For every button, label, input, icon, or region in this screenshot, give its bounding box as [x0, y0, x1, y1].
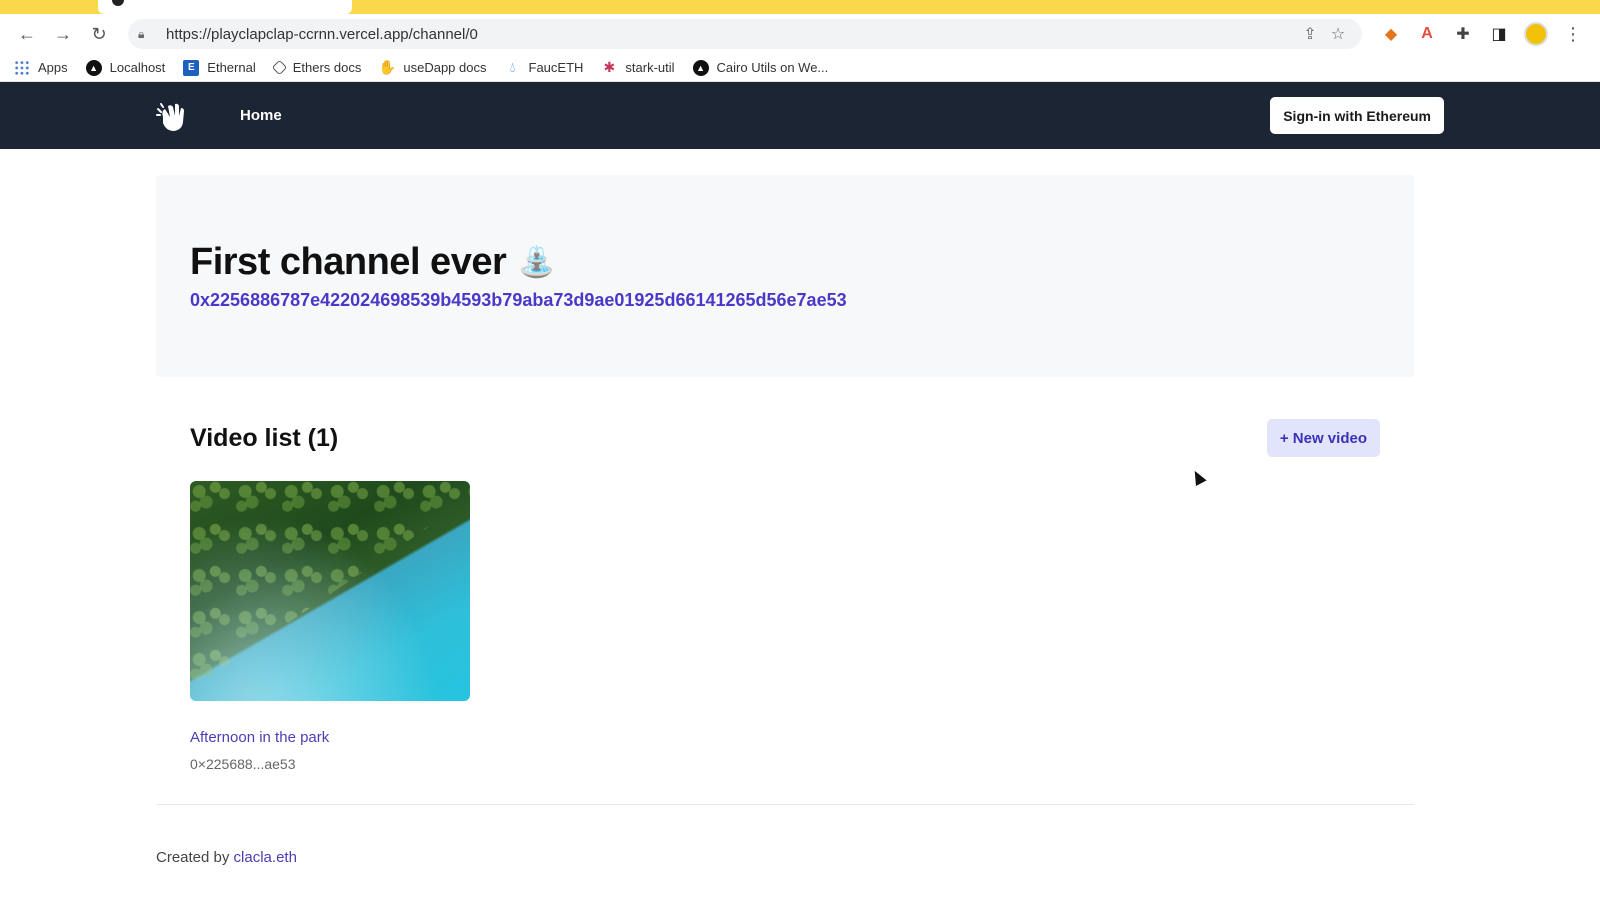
bookmark-label: useDapp docs [403, 60, 487, 75]
bookmark-label: Ethernal [207, 60, 256, 75]
mouse-cursor-icon [1189, 468, 1207, 486]
bookmark-ethers-docs[interactable]: Ethers docs [271, 59, 362, 76]
footer-prefix: Created by [156, 849, 234, 866]
channel-title-text: First channel ever [190, 241, 507, 283]
argent-extension-icon[interactable]: A [1412, 19, 1442, 49]
share-icon[interactable]: ⇪ [1296, 24, 1324, 44]
ethernal-logo-icon: E [183, 59, 200, 76]
address-bar[interactable]: 🔒︎ https://playclapclap-ccrnn.vercel.app… [128, 19, 1362, 49]
bookmark-cairo-utils[interactable]: ▲ Cairo Utils on We... [692, 59, 829, 76]
bookmark-localhost[interactable]: ▲ Localhost [85, 59, 166, 76]
metamask-fox-icon[interactable]: ◆ [1376, 19, 1406, 49]
reload-icon[interactable]: ↻ [84, 19, 114, 49]
triangle-logo-icon: ▲ [85, 59, 102, 76]
triangle-logo-icon: ▲ [692, 59, 709, 76]
channel-title: First channel ever ⛲ [190, 241, 1382, 284]
side-panel-icon[interactable]: ◨ [1484, 19, 1514, 49]
footer-divider [156, 804, 1414, 805]
browser-tabstrip: × [0, 0, 1600, 14]
extensions-puzzle-icon[interactable]: ✚ [1448, 19, 1478, 49]
bookmark-label: Ethers docs [292, 60, 362, 75]
browser-toolbar: ← → ↻ 🔒︎ https://playclapclap-ccrnn.verc… [0, 14, 1600, 54]
kebab-menu-icon[interactable]: ⋮ [1558, 19, 1588, 49]
bookmark-label: FaucETH [528, 60, 584, 75]
bookmark-stark-util[interactable]: ✱ stark-util [601, 59, 675, 76]
bookmark-usedapp-docs[interactable]: ✋ useDapp docs [378, 59, 487, 76]
lock-icon: 🔒︎ [138, 26, 145, 41]
page-footer: Created by clacla.eth [156, 849, 1600, 866]
video-thumbnail[interactable] [190, 481, 470, 701]
bookmark-apps[interactable]: Apps [14, 59, 68, 76]
fountain-emoji-icon: ⛲ [518, 246, 556, 279]
bookmark-star-icon[interactable]: ☆ [1324, 24, 1352, 44]
forward-arrow-icon[interactable]: → [48, 19, 78, 49]
new-video-button[interactable]: + New video [1266, 419, 1380, 457]
video-owner-address: 0×225688...ae53 [190, 756, 296, 772]
tab-favicon-icon [112, 0, 124, 6]
video-title[interactable]: Afternoon in the park [190, 729, 470, 746]
bookmark-ethernal[interactable]: E Ethernal [183, 59, 256, 76]
sign-in-with-ethereum-button[interactable]: Sign-in with Ethereum [1270, 97, 1444, 134]
browser-tab-active[interactable]: × [98, 0, 352, 14]
nav-home-link[interactable]: Home [240, 107, 282, 124]
address-bar-url[interactable]: https://playclapclap-ccrnn.vercel.app/ch… [166, 26, 1296, 43]
video-card[interactable]: Afternoon in the park 0×225688...ae53 [190, 481, 470, 772]
bookmark-label: Apps [38, 60, 68, 75]
bookmarks-bar: Apps ▲ Localhost E Ethernal Ethers docs … [0, 54, 1600, 82]
app-header: Home Sign-in with Ethereum [0, 82, 1600, 149]
bookmark-label: Localhost [109, 60, 166, 75]
channel-hero: First channel ever ⛲ 0x2256886787e422024… [156, 175, 1414, 377]
gear-flower-icon: ✱ [603, 59, 616, 75]
video-list-header: Video list (1) + New video [190, 419, 1380, 457]
back-arrow-icon[interactable]: ← [12, 19, 42, 49]
bookmark-faucet[interactable]: 💧︎ FaucETH [505, 59, 584, 76]
bookmark-label: stark-util [625, 60, 675, 75]
video-list-title: Video list (1) [190, 423, 339, 452]
bookmark-label: Cairo Utils on We... [716, 60, 829, 75]
handshake-icon: ✋ [378, 59, 397, 75]
water-drop-icon: 💧︎ [509, 59, 516, 75]
ethers-logo-icon [271, 59, 287, 76]
channel-owner-address[interactable]: 0x2256886787e422024698539b4593b79aba73d9… [190, 290, 1382, 311]
footer-author-link[interactable]: clacla.eth [234, 849, 297, 866]
clapping-hand-logo-icon[interactable] [154, 97, 192, 135]
profile-avatar[interactable] [1524, 22, 1548, 46]
apps-grid-icon [14, 59, 30, 76]
